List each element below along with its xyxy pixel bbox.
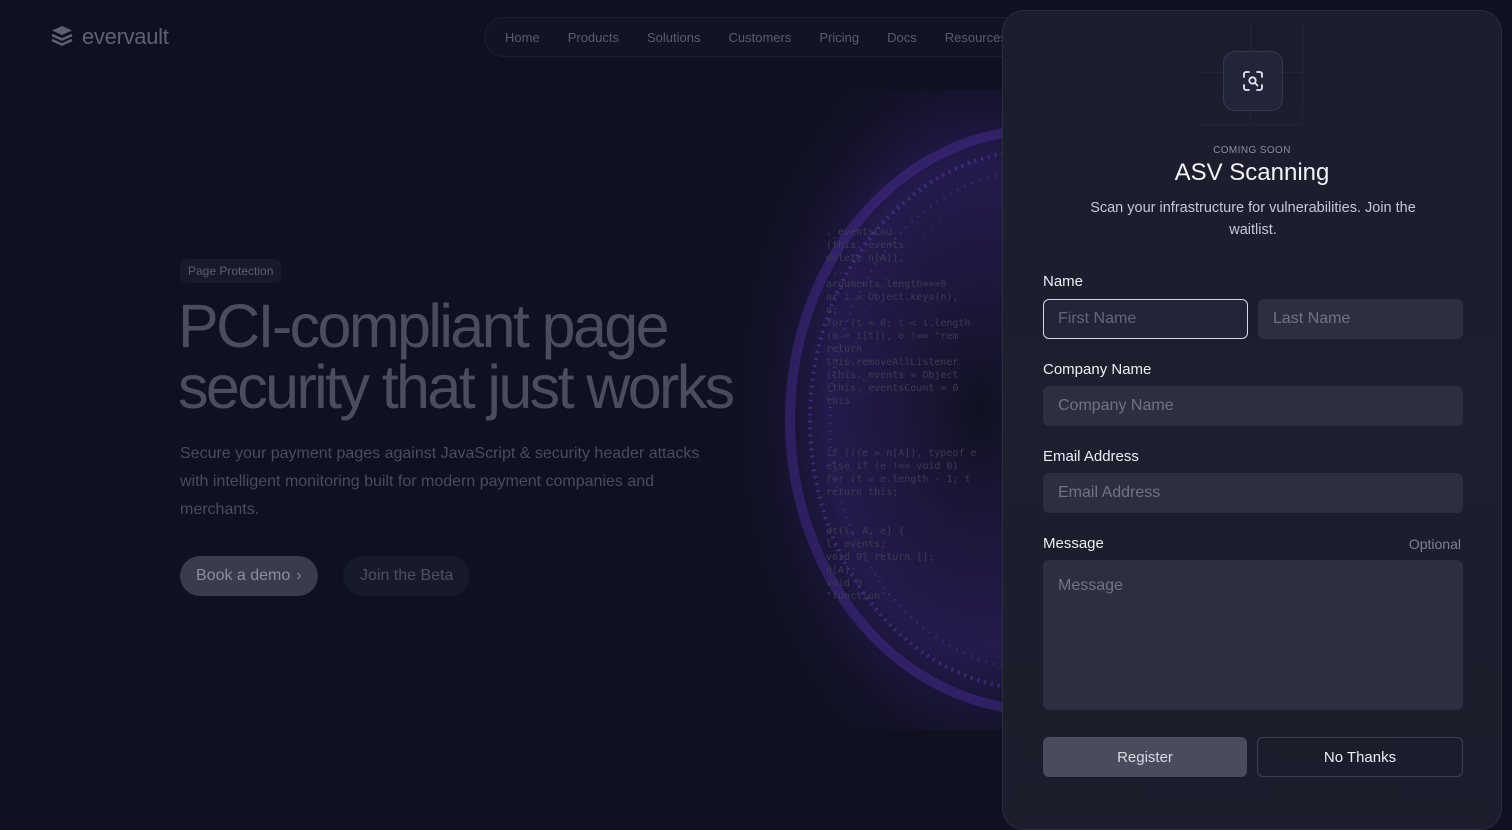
book-demo-button[interactable]: Book a demo › <box>180 556 318 596</box>
scan-search-icon <box>1243 71 1263 91</box>
name-label: Name <box>1043 273 1084 290</box>
nav-item-pricing[interactable]: Pricing <box>819 30 859 45</box>
optional-hint: Optional <box>1408 536 1461 552</box>
message-textarea[interactable] <box>1043 560 1463 710</box>
email-label: Email Address <box>1043 448 1139 465</box>
nav-item-solutions[interactable]: Solutions <box>647 30 700 45</box>
message-label: Message <box>1043 535 1104 552</box>
code-line: l._events; <box>826 539 887 550</box>
hero-title-line-1: PCI-compliant page <box>178 292 670 360</box>
code-line: ._eventsCou <box>826 227 893 238</box>
brand-name: evervault <box>82 24 169 49</box>
nav-item-products[interactable]: Products <box>568 30 619 45</box>
code-line: (this._events = Object <box>826 370 959 381</box>
code-line: void 0 <box>826 578 863 589</box>
code-line: arguments.length===0 <box>826 279 947 290</box>
top-nav: Home Products Solutions Customers Pricin… <box>484 17 1044 57</box>
book-demo-label: Book a demo <box>196 567 291 584</box>
section-badge: Page Protection <box>180 259 282 283</box>
code-line: return <box>826 344 863 355</box>
nav-item-resources[interactable]: Resources <box>945 30 1007 45</box>
code-line: return this; <box>826 487 899 498</box>
code-line: if (((e = n[A]), typeof e <box>826 448 977 459</box>
code-line: (this._events <box>826 240 905 251</box>
register-button[interactable]: Register <box>1043 737 1247 777</box>
nav-item-customers[interactable]: Customers <box>728 30 791 45</box>
first-name-input[interactable] <box>1043 299 1248 339</box>
chevron-right-icon: › <box>296 567 302 584</box>
company-label: Company Name <box>1043 361 1152 378</box>
code-line: for (t = e.length - 1; t <box>826 474 971 485</box>
waitlist-modal: COMING SOON ASV Scanning Scan your infra… <box>1002 10 1502 830</box>
code-line: (this._eventsCount = 0 <box>826 383 959 394</box>
code-line: delete n[A]), <box>826 253 905 264</box>
code-line: n[A]; <box>826 565 857 576</box>
code-overlay: ._eventsCou (this._events delete n[A]), … <box>826 226 1004 616</box>
code-line: this.removeAllListener <box>826 357 959 368</box>
evervault-logo-icon <box>51 26 73 46</box>
email-input[interactable] <box>1043 473 1463 513</box>
code-line: for (t = 0; t < i.length <box>826 318 971 329</box>
last-name-input[interactable] <box>1258 299 1463 339</box>
code-line: "function" <box>826 591 887 602</box>
join-beta-button[interactable]: Join the Beta <box>343 556 471 596</box>
code-line: ... <box>826 266 845 277</box>
modal-description: Scan your infrastructure for vulnerabili… <box>1090 200 1416 238</box>
nav-item-docs[interactable]: Docs <box>887 30 917 45</box>
modal-title: ASV Scanning <box>1174 159 1330 186</box>
scan-icon-tile <box>1223 51 1283 111</box>
code-line: dt(l, A, e) { <box>826 526 905 537</box>
company-input[interactable] <box>1043 386 1463 426</box>
code-line: (o = i[t]), o !== "rem <box>826 331 959 342</box>
logo[interactable]: evervault <box>50 24 169 50</box>
code-line: o; <box>826 305 839 316</box>
coming-soon-label: COMING SOON <box>1213 145 1291 156</box>
code-line: this <box>826 396 851 407</box>
nav-item-home[interactable]: Home <box>505 30 540 45</box>
code-line: ar i = Object.keys(n), <box>826 292 959 303</box>
no-thanks-button[interactable]: No Thanks <box>1257 737 1463 777</box>
code-line: else if (e !== void 0) <box>826 461 959 472</box>
code-line: void 0) return []; <box>826 552 935 563</box>
